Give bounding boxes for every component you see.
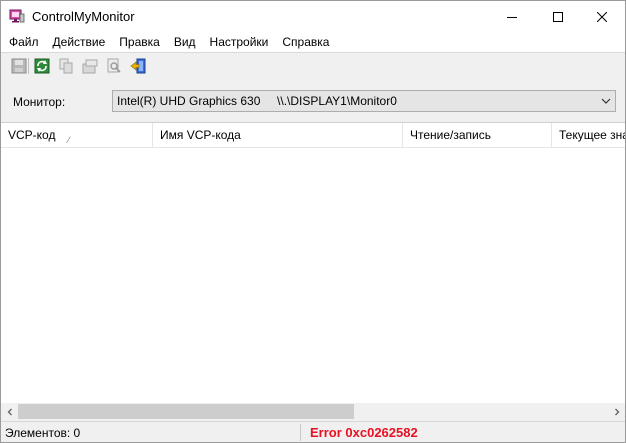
column-header-read-write[interactable]: Чтение/запись <box>403 123 552 148</box>
monitor-dropdown[interactable]: Intel(R) UHD Graphics 630 \\.\DISPLAY1\M… <box>112 90 616 112</box>
refresh-button[interactable] <box>33 57 51 75</box>
maximize-button[interactable] <box>535 1 581 32</box>
minimize-button[interactable] <box>489 1 535 32</box>
chevron-right-icon <box>614 408 619 415</box>
chevron-down-icon <box>601 98 611 104</box>
minimize-icon <box>507 16 517 18</box>
column-header-label: Имя VCP-кода <box>160 128 241 142</box>
column-header-current-value[interactable]: Текущее зна <box>552 123 625 148</box>
find-icon <box>107 58 121 73</box>
menu-view[interactable]: Вид <box>167 32 203 52</box>
toolbar-separator <box>28 58 29 74</box>
menu-action[interactable]: Действие <box>46 32 113 52</box>
list-header: VCP-код ⁄ Имя VCP-кода Чтение/запись Тек… <box>1 123 625 148</box>
find-button[interactable] <box>105 57 123 75</box>
maximize-icon <box>553 11 563 22</box>
menu-file[interactable]: Файл <box>1 32 46 52</box>
menu-options[interactable]: Настройки <box>203 32 276 52</box>
column-header-label: Чтение/запись <box>410 128 491 142</box>
horizontal-scrollbar[interactable] <box>1 403 625 420</box>
save-icon <box>11 58 27 74</box>
vcp-list[interactable]: VCP-код ⁄ Имя VCP-кода Чтение/запись Тек… <box>1 122 625 420</box>
menu-help[interactable]: Справка <box>275 32 336 52</box>
app-window: ControlMyMonitor Файл Действие Правка Ви… <box>0 0 626 443</box>
column-header-label: VCP-код <box>8 128 56 142</box>
scroll-right-button[interactable] <box>608 403 625 420</box>
close-icon <box>597 11 607 22</box>
column-header-label: Текущее зна <box>559 128 625 142</box>
chevron-left-icon <box>7 408 12 415</box>
title-bar[interactable]: ControlMyMonitor <box>1 1 625 32</box>
sort-ascending-icon: ⁄ <box>68 135 70 145</box>
menu-edit[interactable]: Правка <box>112 32 167 52</box>
app-icon <box>9 9 25 23</box>
close-button[interactable] <box>579 1 625 32</box>
status-item-count: Элементов: 0 <box>5 426 81 440</box>
column-header-vcp-name[interactable]: Имя VCP-кода <box>153 123 403 148</box>
column-header-vcp-code[interactable]: VCP-код ⁄ <box>1 123 153 148</box>
refresh-icon <box>34 58 50 74</box>
exit-icon <box>130 58 146 74</box>
monitor-label: Монитор: <box>13 95 66 109</box>
properties-button[interactable] <box>81 57 99 75</box>
toolbar <box>1 53 625 79</box>
status-divider <box>300 424 301 441</box>
monitor-dropdown-value: Intel(R) UHD Graphics 630 \\.\DISPLAY1\M… <box>117 94 397 108</box>
status-error: Error 0xc0262582 <box>310 425 418 440</box>
scrollbar-thumb[interactable] <box>18 404 354 419</box>
copy-button[interactable] <box>57 57 75 75</box>
exit-button[interactable] <box>129 57 147 75</box>
scroll-left-button[interactable] <box>1 403 18 420</box>
menu-bar: Файл Действие Правка Вид Настройки Справ… <box>1 32 625 52</box>
copy-icon <box>59 58 73 74</box>
status-bar: Элементов: 0 Error 0xc0262582 <box>1 421 625 442</box>
properties-icon <box>82 59 98 74</box>
window-title: ControlMyMonitor <box>32 9 135 24</box>
save-button[interactable] <box>10 57 28 75</box>
